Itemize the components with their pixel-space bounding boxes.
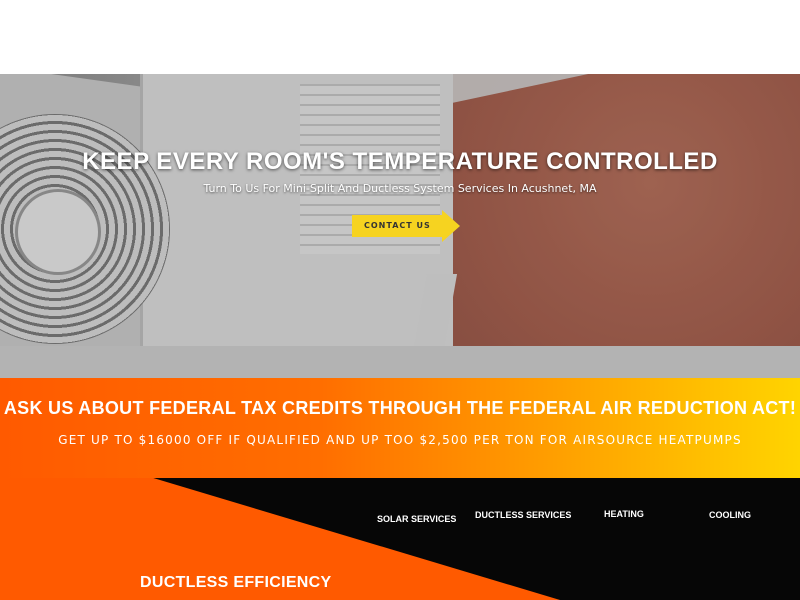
services-nav: SOLAR SERVICES DUCTLESS SERVICES HEATING…	[0, 478, 800, 538]
nav-item-ductless-services[interactable]: DUCTLESS SERVICES	[475, 510, 571, 520]
nav-item-heating[interactable]: HEATING	[604, 509, 644, 519]
nav-item-solar-services[interactable]: SOLAR SERVICES	[377, 514, 456, 524]
nav-item-cooling[interactable]: COOLING	[709, 510, 751, 520]
contact-us-label: CONTACT US	[352, 215, 443, 237]
hero-subtitle: Turn To Us For Mini-Split And Ductless S…	[203, 182, 597, 195]
hero-title: KEEP EVERY ROOM'S TEMPERATURE CONTROLLED	[82, 148, 718, 175]
contact-us-button[interactable]: CONTACT US	[352, 210, 460, 242]
arrow-right-icon	[441, 210, 460, 242]
promo-title: ASK US ABOUT FEDERAL TAX CREDITS THROUGH…	[3, 398, 797, 418]
top-white-header-area	[0, 0, 800, 74]
promo-subtitle: GET UP TO $16000 OFF IF QUALIFIED AND UP…	[58, 433, 742, 447]
grey-divider-band	[0, 346, 800, 378]
hero-dim-overlay	[0, 74, 800, 346]
hero-banner: KEEP EVERY ROOM'S TEMPERATURE CONTROLLED…	[0, 74, 800, 346]
services-section: SOLAR SERVICES DUCTLESS SERVICES HEATING…	[0, 478, 800, 600]
tax-credit-promo-banner: ASK US ABOUT FEDERAL TAX CREDITS THROUGH…	[0, 378, 800, 478]
section-title-ductless-efficiency: DUCTLESS EFFICIENCY	[140, 574, 332, 591]
